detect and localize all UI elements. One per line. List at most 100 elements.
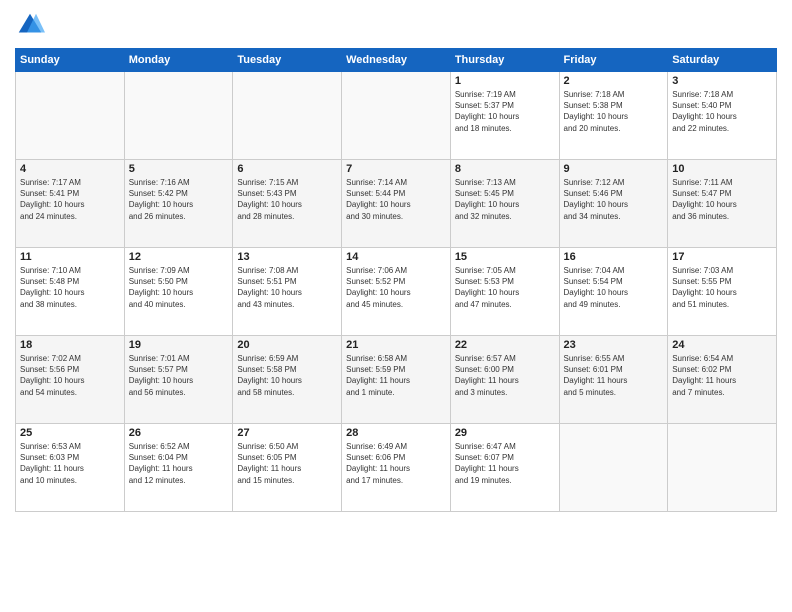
day-info: Sunrise: 7:04 AM Sunset: 5:54 PM Dayligh…: [564, 265, 664, 310]
day-info: Sunrise: 6:58 AM Sunset: 5:59 PM Dayligh…: [346, 353, 446, 398]
weekday-header: Saturday: [668, 49, 777, 72]
calendar-cell: 4 Sunrise: 7:17 AM Sunset: 5:41 PM Daylig…: [16, 160, 125, 248]
calendar-week-row: 1 Sunrise: 7:19 AM Sunset: 5:37 PM Daylig…: [16, 72, 777, 160]
calendar-cell: 26 Sunrise: 6:52 AM Sunset: 6:04 PM Dayli…: [124, 424, 233, 512]
day-number: 12: [129, 251, 229, 263]
day-number: 16: [564, 251, 664, 263]
calendar-cell: 25Sunrise: 6:53 AM Sunset: 6:03 PM Dayli…: [16, 424, 125, 512]
day-number: 5: [129, 163, 229, 175]
day-info: Sunrise: 6:55 AM Sunset: 6:01 PM Dayligh…: [564, 353, 664, 398]
weekday-header: Tuesday: [233, 49, 342, 72]
calendar-cell: 27Sunrise: 6:50 AM Sunset: 6:05 PM Dayli…: [233, 424, 342, 512]
calendar-cell: 29 Sunrise: 6:47 AM Sunset: 6:07 PM Dayli…: [450, 424, 559, 512]
calendar-cell: 14Sunrise: 7:06 AM Sunset: 5:52 PM Dayli…: [342, 248, 451, 336]
calendar-cell: 18 Sunrise: 7:02 AM Sunset: 5:56 PM Dayli…: [16, 336, 125, 424]
day-info: Sunrise: 6:57 AM Sunset: 6:00 PM Dayligh…: [455, 353, 555, 398]
calendar-cell: 20 Sunrise: 6:59 AM Sunset: 5:58 PM Dayli…: [233, 336, 342, 424]
day-number: 26: [129, 427, 229, 439]
day-info: Sunrise: 7:12 AM Sunset: 5:46 PM Dayligh…: [564, 177, 664, 222]
day-info: Sunrise: 7:05 AM Sunset: 5:53 PM Dayligh…: [455, 265, 555, 310]
page: SundayMondayTuesdayWednesdayThursdayFrid…: [0, 0, 792, 612]
calendar-week-row: 25Sunrise: 6:53 AM Sunset: 6:03 PM Dayli…: [16, 424, 777, 512]
logo: [15, 10, 49, 40]
day-number: 18: [20, 339, 120, 351]
day-info: Sunrise: 7:08 AM Sunset: 5:51 PM Dayligh…: [237, 265, 337, 310]
day-info: Sunrise: 6:59 AM Sunset: 5:58 PM Dayligh…: [237, 353, 337, 398]
day-number: 23: [564, 339, 664, 351]
day-info: Sunrise: 7:01 AM Sunset: 5:57 PM Dayligh…: [129, 353, 229, 398]
day-number: 6: [237, 163, 337, 175]
calendar-week-row: 4 Sunrise: 7:17 AM Sunset: 5:41 PM Daylig…: [16, 160, 777, 248]
day-info: Sunrise: 6:47 AM Sunset: 6:07 PM Dayligh…: [455, 441, 555, 486]
day-number: 1: [455, 75, 555, 87]
day-info: Sunrise: 6:52 AM Sunset: 6:04 PM Dayligh…: [129, 441, 229, 486]
day-number: 27: [237, 427, 337, 439]
calendar-cell: [342, 72, 451, 160]
day-number: 14: [346, 251, 446, 263]
calendar-cell: 16 Sunrise: 7:04 AM Sunset: 5:54 PM Dayli…: [559, 248, 668, 336]
weekday-header: Sunday: [16, 49, 125, 72]
calendar-cell: 28 Sunrise: 6:49 AM Sunset: 6:06 PM Dayli…: [342, 424, 451, 512]
calendar-cell: [16, 72, 125, 160]
calendar-cell: 7 Sunrise: 7:14 AM Sunset: 5:44 PM Daylig…: [342, 160, 451, 248]
calendar-cell: 21 Sunrise: 6:58 AM Sunset: 5:59 PM Dayli…: [342, 336, 451, 424]
calendar-week-row: 18 Sunrise: 7:02 AM Sunset: 5:56 PM Dayli…: [16, 336, 777, 424]
calendar-cell: 23 Sunrise: 6:55 AM Sunset: 6:01 PM Dayli…: [559, 336, 668, 424]
calendar-cell: 22 Sunrise: 6:57 AM Sunset: 6:00 PM Dayli…: [450, 336, 559, 424]
calendar-cell: 17 Sunrise: 7:03 AM Sunset: 5:55 PM Dayli…: [668, 248, 777, 336]
day-number: 21: [346, 339, 446, 351]
day-info: Sunrise: 7:13 AM Sunset: 5:45 PM Dayligh…: [455, 177, 555, 222]
calendar-cell: 1 Sunrise: 7:19 AM Sunset: 5:37 PM Daylig…: [450, 72, 559, 160]
day-number: 24: [672, 339, 772, 351]
day-number: 15: [455, 251, 555, 263]
calendar-cell: 2Sunrise: 7:18 AM Sunset: 5:38 PM Daylig…: [559, 72, 668, 160]
day-number: 29: [455, 427, 555, 439]
calendar-cell: 13Sunrise: 7:08 AM Sunset: 5:51 PM Dayli…: [233, 248, 342, 336]
day-number: 22: [455, 339, 555, 351]
day-info: Sunrise: 6:53 AM Sunset: 6:03 PM Dayligh…: [20, 441, 120, 486]
day-info: Sunrise: 6:49 AM Sunset: 6:06 PM Dayligh…: [346, 441, 446, 486]
calendar-cell: 3 Sunrise: 7:18 AM Sunset: 5:40 PM Daylig…: [668, 72, 777, 160]
calendar-cell: [668, 424, 777, 512]
day-info: Sunrise: 7:17 AM Sunset: 5:41 PM Dayligh…: [20, 177, 120, 222]
day-number: 4: [20, 163, 120, 175]
day-info: Sunrise: 7:10 AM Sunset: 5:48 PM Dayligh…: [20, 265, 120, 310]
day-info: Sunrise: 7:19 AM Sunset: 5:37 PM Dayligh…: [455, 89, 555, 134]
weekday-header: Wednesday: [342, 49, 451, 72]
calendar-cell: 15 Sunrise: 7:05 AM Sunset: 5:53 PM Dayli…: [450, 248, 559, 336]
day-info: Sunrise: 7:18 AM Sunset: 5:40 PM Dayligh…: [672, 89, 772, 134]
day-info: Sunrise: 7:03 AM Sunset: 5:55 PM Dayligh…: [672, 265, 772, 310]
calendar-cell: [559, 424, 668, 512]
day-number: 28: [346, 427, 446, 439]
header: [15, 10, 777, 40]
calendar-cell: 24 Sunrise: 6:54 AM Sunset: 6:02 PM Dayli…: [668, 336, 777, 424]
day-number: 8: [455, 163, 555, 175]
day-number: 2: [564, 75, 664, 87]
weekday-header: Thursday: [450, 49, 559, 72]
day-info: Sunrise: 7:02 AM Sunset: 5:56 PM Dayligh…: [20, 353, 120, 398]
logo-icon: [15, 10, 45, 40]
day-number: 9: [564, 163, 664, 175]
calendar-cell: [233, 72, 342, 160]
calendar-cell: [124, 72, 233, 160]
calendar-cell: 6 Sunrise: 7:15 AM Sunset: 5:43 PM Daylig…: [233, 160, 342, 248]
day-info: Sunrise: 6:54 AM Sunset: 6:02 PM Dayligh…: [672, 353, 772, 398]
calendar-week-row: 11 Sunrise: 7:10 AM Sunset: 5:48 PM Dayli…: [16, 248, 777, 336]
day-number: 20: [237, 339, 337, 351]
day-number: 3: [672, 75, 772, 87]
day-number: 11: [20, 251, 120, 263]
calendar-cell: 10Sunrise: 7:11 AM Sunset: 5:47 PM Dayli…: [668, 160, 777, 248]
day-info: Sunrise: 7:15 AM Sunset: 5:43 PM Dayligh…: [237, 177, 337, 222]
day-number: 10: [672, 163, 772, 175]
day-info: Sunrise: 7:16 AM Sunset: 5:42 PM Dayligh…: [129, 177, 229, 222]
day-number: 19: [129, 339, 229, 351]
day-info: Sunrise: 7:14 AM Sunset: 5:44 PM Dayligh…: [346, 177, 446, 222]
calendar-cell: 12Sunrise: 7:09 AM Sunset: 5:50 PM Dayli…: [124, 248, 233, 336]
calendar-cell: 19 Sunrise: 7:01 AM Sunset: 5:57 PM Dayli…: [124, 336, 233, 424]
day-number: 7: [346, 163, 446, 175]
header-row: SundayMondayTuesdayWednesdayThursdayFrid…: [16, 49, 777, 72]
calendar-cell: 8 Sunrise: 7:13 AM Sunset: 5:45 PM Daylig…: [450, 160, 559, 248]
day-number: 17: [672, 251, 772, 263]
calendar-cell: 9 Sunrise: 7:12 AM Sunset: 5:46 PM Daylig…: [559, 160, 668, 248]
calendar-table: SundayMondayTuesdayWednesdayThursdayFrid…: [15, 48, 777, 512]
